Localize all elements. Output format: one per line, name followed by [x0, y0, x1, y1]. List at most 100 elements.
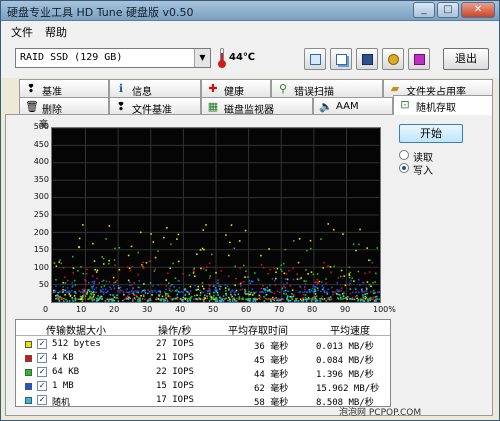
chevron-down-icon[interactable]: ▼	[194, 49, 210, 67]
data-point	[323, 291, 326, 294]
info-icon: ℹ	[118, 82, 124, 95]
data-point	[252, 300, 255, 302]
data-point	[279, 299, 281, 302]
data-point	[95, 291, 98, 294]
data-point	[115, 297, 117, 299]
data-point	[227, 299, 229, 302]
data-point	[138, 280, 140, 282]
copy-screenshot-button[interactable]	[330, 48, 352, 70]
data-point	[66, 287, 69, 289]
data-point	[138, 286, 141, 289]
title-bar[interactable]: 硬盘专业工具 HD Tune 硬盘版 v0.50 _ □ ✕	[1, 1, 499, 21]
data-point	[376, 247, 379, 249]
data-point	[84, 295, 87, 297]
series-checkbox[interactable]: ✓	[37, 381, 47, 391]
data-point	[118, 246, 121, 249]
close-button[interactable]: ✕	[461, 2, 495, 18]
maximize-button[interactable]: □	[437, 2, 459, 18]
data-point	[297, 300, 300, 302]
tab-error-scan[interactable]: ⚲ 错误扫描	[271, 79, 383, 98]
health-icon: ✚	[208, 82, 218, 95]
data-point	[131, 300, 134, 302]
data-point	[302, 291, 304, 294]
data-point	[316, 281, 318, 283]
data-point	[361, 298, 363, 301]
data-point	[221, 298, 224, 301]
data-point	[189, 296, 192, 299]
series-checkbox[interactable]: ✓	[37, 395, 47, 405]
minimize-button[interactable]: _	[413, 2, 435, 18]
data-point	[271, 278, 274, 280]
options-button[interactable]	[382, 48, 404, 70]
benchmark-icon: ❢	[26, 82, 36, 95]
data-point	[340, 298, 342, 300]
data-point	[286, 278, 289, 281]
tab-random-access[interactable]: ⊡ 随机存取	[393, 95, 493, 115]
cell-size: 512 bytes	[52, 339, 101, 349]
data-point	[275, 296, 278, 299]
data-point	[336, 290, 339, 293]
data-point	[296, 273, 298, 276]
data-point	[241, 288, 244, 290]
data-point	[220, 300, 223, 302]
data-point	[58, 300, 61, 302]
data-point	[72, 300, 74, 302]
data-point	[305, 300, 308, 302]
data-point	[193, 275, 196, 278]
data-point	[357, 298, 360, 301]
series-checkbox[interactable]: ✓	[37, 339, 47, 349]
tab-health[interactable]: ✚ 健康	[201, 79, 271, 98]
data-point	[108, 262, 110, 265]
series-checkbox[interactable]: ✓	[37, 367, 47, 377]
download-button[interactable]	[408, 48, 430, 70]
data-point	[163, 300, 165, 302]
data-point	[102, 291, 105, 293]
menu-bar: 文件 帮助	[1, 21, 499, 40]
tab-info[interactable]: ℹ 信息	[109, 79, 201, 98]
start-button[interactable]: 开始	[399, 124, 463, 143]
data-point	[316, 283, 319, 286]
menu-help[interactable]: 帮助	[45, 24, 67, 40]
data-point	[262, 266, 265, 269]
menu-file[interactable]: 文件	[11, 24, 33, 40]
data-point	[102, 279, 105, 282]
cell-access: 44 毫秒	[254, 370, 289, 380]
data-point	[143, 290, 146, 293]
data-point	[90, 291, 93, 293]
thermometer-icon	[218, 48, 226, 68]
data-point	[220, 270, 222, 272]
data-point	[348, 274, 351, 277]
series-checkbox[interactable]: ✓	[37, 353, 47, 363]
data-point	[281, 298, 283, 300]
x-tick-label: 30	[142, 305, 153, 314]
tab-file-benchmark[interactable]: ❢ 文件基准	[109, 97, 201, 116]
drive-select[interactable]: RAID SSD (129 GB) ▼	[15, 48, 211, 68]
exit-button[interactable]: 退出	[443, 48, 489, 70]
tab-aam[interactable]: 🔈 AAM	[313, 97, 393, 115]
data-point	[105, 280, 108, 283]
cell-speed: 15.962 MB/秒	[316, 384, 380, 394]
data-point	[251, 280, 253, 283]
data-point	[349, 292, 352, 295]
data-point	[236, 297, 238, 300]
data-point	[326, 297, 329, 300]
data-point	[77, 270, 79, 272]
data-point	[344, 284, 347, 287]
data-point	[316, 273, 319, 275]
save-button[interactable]	[356, 48, 378, 70]
tab-erase[interactable]: 🗑 删除	[19, 97, 109, 116]
tab-benchmark[interactable]: ❢ 基准	[19, 79, 109, 98]
copy-info-button[interactable]	[304, 48, 326, 70]
data-point	[227, 275, 230, 278]
tab-disk-monitor[interactable]: ▦ 磁盘监视器	[201, 97, 313, 116]
data-point	[173, 286, 175, 288]
data-point	[153, 270, 156, 272]
data-point	[117, 300, 120, 302]
data-point	[108, 259, 110, 262]
data-point	[105, 238, 107, 240]
data-point	[303, 280, 305, 282]
data-point	[105, 291, 108, 294]
y-tick-label: 300	[33, 192, 49, 202]
data-point	[129, 291, 131, 293]
tab-benchmark-label: 基准	[42, 87, 62, 98]
